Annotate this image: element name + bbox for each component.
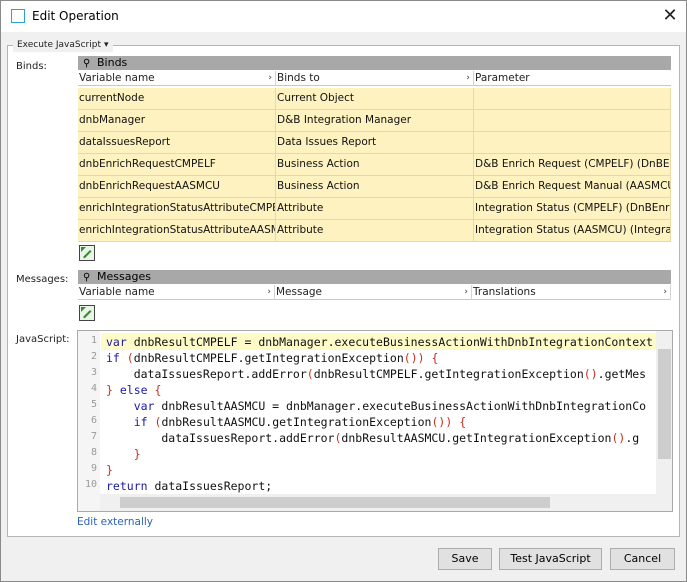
cell-variable-name: enrichIntegrationStatusAttributeAASM… [78,220,276,242]
code-line: var dnbResultAASMCU = dnbManager.execute… [133,399,647,413]
cell-variable-name: dnbEnrichRequestCMPELF [78,154,276,176]
test-javascript-button[interactable]: Test JavaScript [499,548,602,570]
cell-binds-to: Current Object [276,88,474,110]
code-line: } else { [106,383,162,397]
cell-parameter: Integration Status (CMPELF) (DnBEnri… [474,198,671,220]
cell-binds-to: Business Action [276,176,474,198]
table-row[interactable]: dataIssuesReport Data Issues Report [78,132,671,154]
javascript-editor[interactable]: 1 2 3 4 5 6 7 8 9 10 var dnbResultCMPELF… [77,330,673,512]
square-window-icon [11,9,25,23]
code-line: } [106,463,113,477]
cell-binds-to: Business Action [276,154,474,176]
cell-binds-to: Data Issues Report [276,132,474,154]
chevron-right-icon: › [663,287,667,297]
table-row[interactable]: currentNode Current Object [78,88,671,110]
scrollbar-thumb[interactable] [120,497,550,508]
scrollbar-thumb[interactable] [658,349,671,459]
line-number-gutter: 1 2 3 4 5 6 7 8 9 10 [78,331,100,511]
add-bind-button[interactable] [79,245,95,261]
column-header-variable-name[interactable]: Variable name › [78,285,275,300]
column-header-parameter[interactable]: Parameter [474,71,671,86]
column-header-translations[interactable]: Translations › [472,285,671,300]
save-button[interactable]: Save [438,548,492,570]
chevron-down-icon: ▾ [103,40,109,50]
title-bar: Edit Operation ✕ [1,1,686,32]
code-line: if (dnbResultCMPELF.getIntegrationExcept… [106,351,439,365]
code-line: if (dnbResultAASMCU.getIntegrationExcept… [133,415,467,429]
pin-icon[interactable]: ⚲ [83,57,95,71]
line-number: 6 [90,415,97,426]
line-number: 7 [90,431,97,442]
cell-parameter: D&B Enrich Request (CMPELF) (DnBEn… [474,154,671,176]
line-number: 3 [90,367,97,378]
column-header-variable-name[interactable]: Variable name › [78,71,276,86]
code-line: var dnbResultCMPELF = dnbManager.execute… [106,335,653,349]
operation-type-label: Execute JavaScript [17,40,101,50]
line-number: 2 [90,351,97,362]
messages-table-header: Variable name › Message › Translations › [78,285,671,300]
messages-title-text: Messages [97,270,151,283]
code-line: dataIssuesReport.addError(dnbResultCMPEL… [106,367,647,381]
binds-title-text: Binds [97,56,128,69]
add-row-icon [81,307,93,319]
messages-label: Messages: [16,274,69,285]
cell-binds-to: Attribute [276,220,474,242]
edit-externally-link[interactable]: Edit externally [77,516,153,528]
chevron-right-icon: › [267,287,271,297]
chevron-right-icon: › [268,73,272,83]
table-row[interactable]: dnbEnrichRequestAASMCU Business Action D… [78,176,671,198]
binds-table-header: Variable name › Binds to › Parameter [78,71,671,86]
code-line: } [133,447,141,461]
cell-variable-name: dnbManager [78,110,276,132]
line-number: 5 [90,399,97,410]
cell-parameter: D&B Enrich Request Manual (AASMCU)… [474,176,671,198]
line-number: 1 [90,335,97,346]
table-row[interactable]: dnbManager D&B Integration Manager [78,110,671,132]
chevron-right-icon: › [464,287,468,297]
line-number: 8 [90,447,97,458]
cell-variable-name: enrichIntegrationStatusAttributeCMPELF [78,198,276,220]
column-header-message[interactable]: Message › [275,285,472,300]
javascript-label: JavaScript: [16,334,70,345]
table-row[interactable]: enrichIntegrationStatusAttributeAASM… At… [78,220,671,242]
cell-variable-name: currentNode [78,88,276,110]
messages-table-title: ⚲ Messages [78,270,671,284]
editor-horizontal-scrollbar[interactable] [100,494,656,511]
column-header-binds-to[interactable]: Binds to › [276,71,474,86]
line-number: 4 [90,383,97,394]
binds-label: Binds: [16,61,47,72]
close-icon[interactable]: ✕ [657,4,683,28]
editor-vertical-scrollbar[interactable] [656,331,672,511]
cell-variable-name: dataIssuesReport [78,132,276,154]
dialog-title: Edit Operation [32,9,119,23]
cell-parameter [474,110,671,132]
cell-binds-to: D&B Integration Manager [276,110,474,132]
table-row[interactable]: enrichIntegrationStatusAttributeCMPELF A… [78,198,671,220]
binds-table-title: ⚲ Binds [78,56,671,70]
cell-parameter: Integration Status (AASMCU) (Integra… [474,220,671,242]
code-line: return dataIssuesReport; [106,479,273,493]
table-row[interactable]: dnbEnrichRequestCMPELF Business Action D… [78,154,671,176]
operation-type-dropdown[interactable]: Execute JavaScript ▾ [13,38,113,52]
cancel-button[interactable]: Cancel [610,548,675,570]
code-line: dataIssuesReport.addError(dnbResultAASMC… [106,431,640,445]
line-number: 9 [90,463,97,474]
chevron-right-icon: › [466,73,470,83]
cell-parameter [474,88,671,110]
add-row-icon [81,247,93,259]
cell-binds-to: Attribute [276,198,474,220]
cell-variable-name: dnbEnrichRequestAASMCU [78,176,276,198]
add-message-button[interactable] [79,305,95,321]
pin-icon[interactable]: ⚲ [83,271,95,285]
cell-parameter [474,132,671,154]
line-number: 10 [84,479,97,490]
